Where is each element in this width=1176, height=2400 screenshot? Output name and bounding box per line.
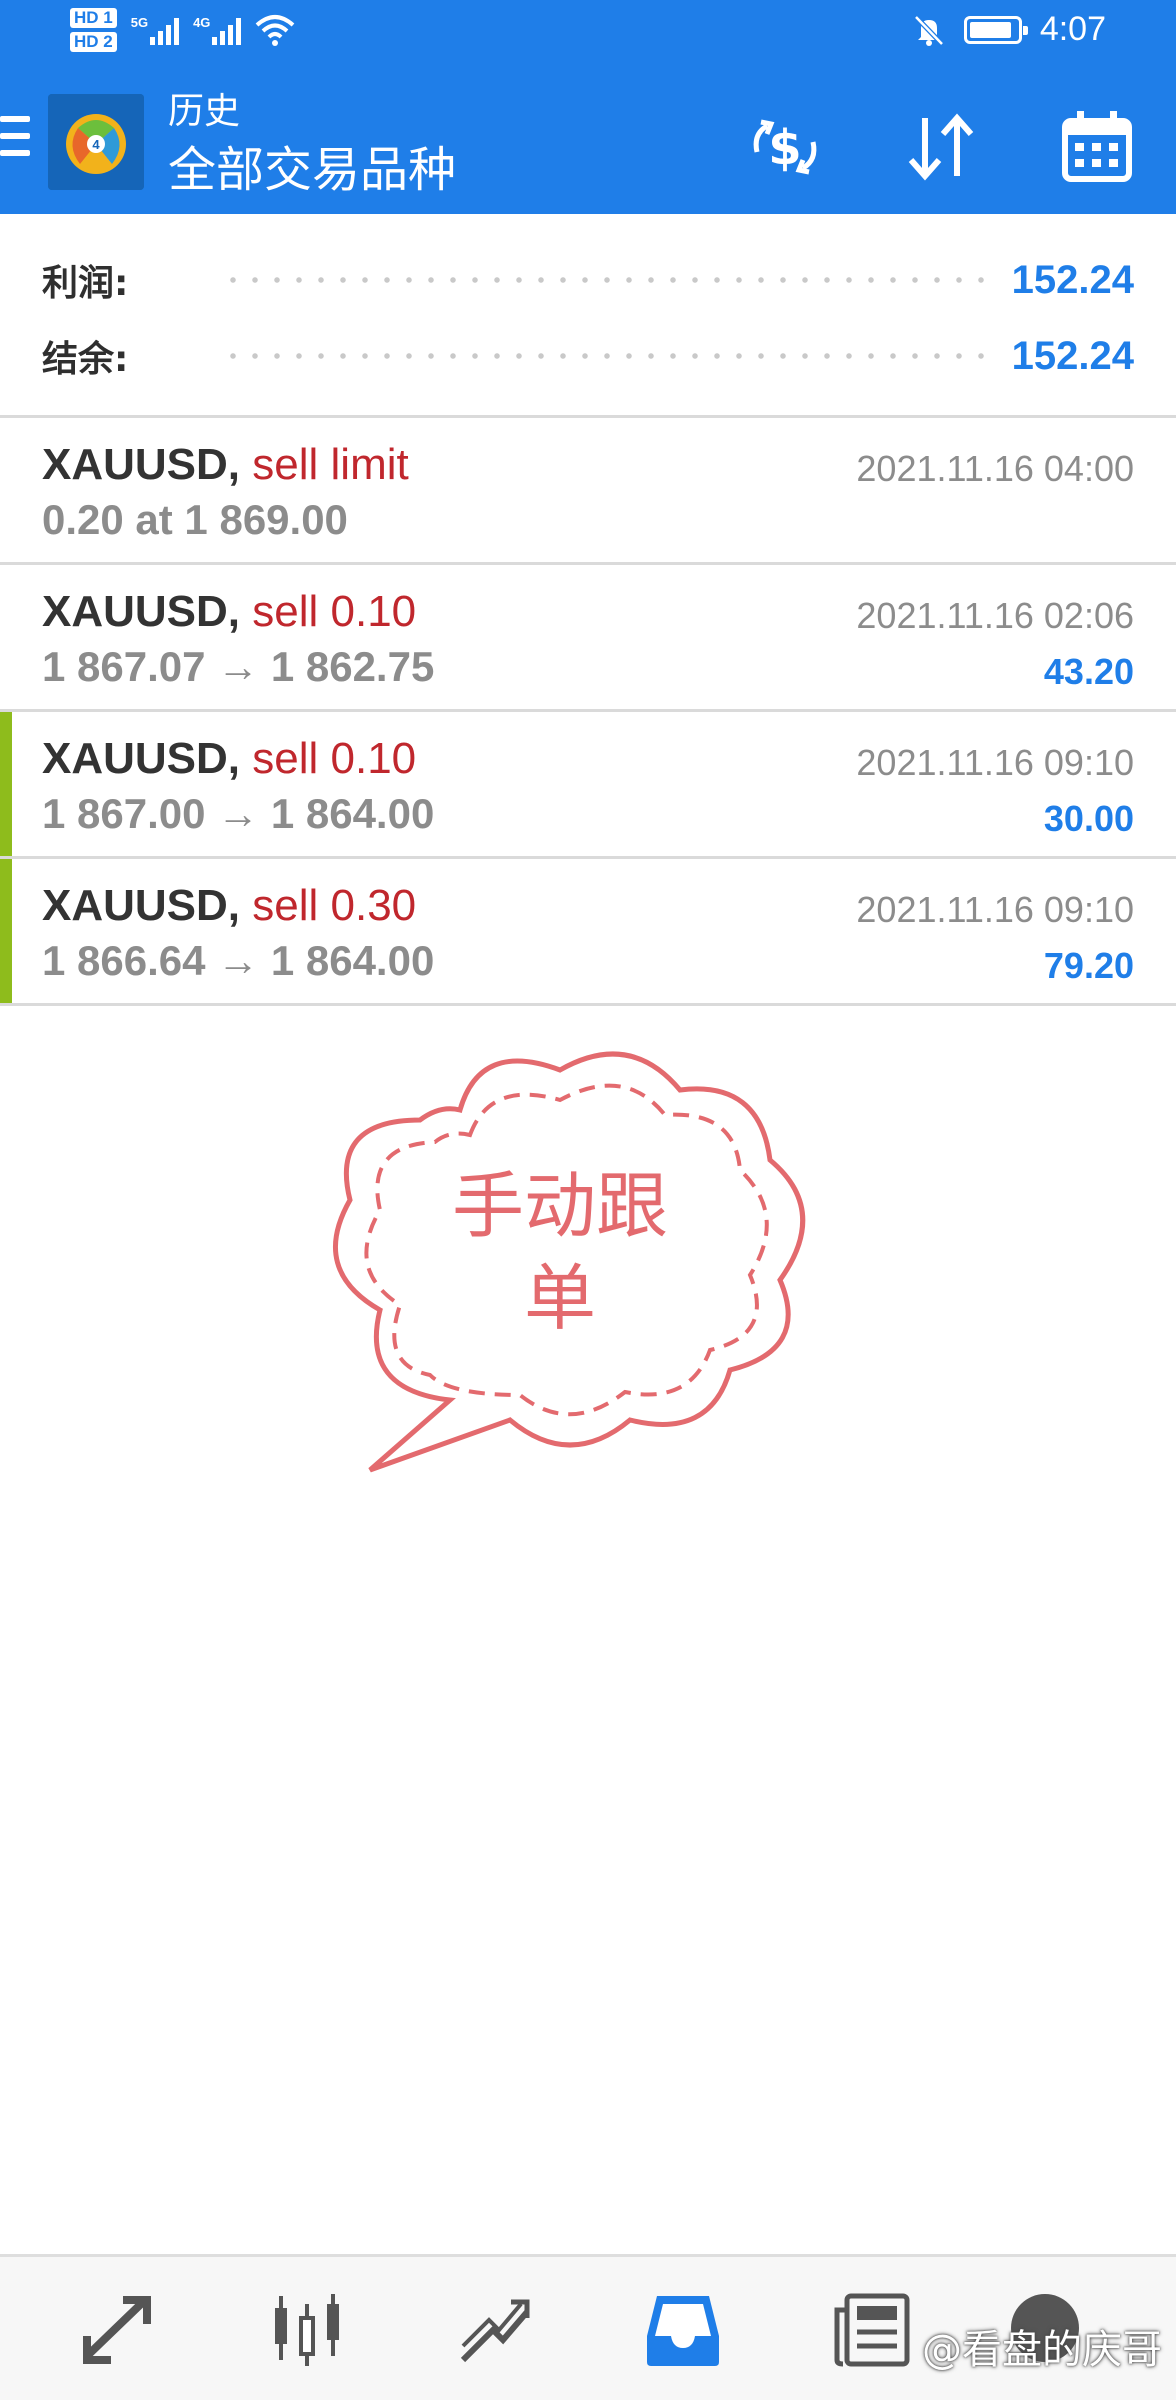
wifi-icon bbox=[256, 15, 295, 46]
trade-row[interactable]: XAUUSD, sell 0.10 1 867.00 → 1 864.00 20… bbox=[0, 712, 1176, 859]
profit-row: 利润: 152.24 bbox=[42, 250, 1134, 310]
trade-title: XAUUSD, sell 0.30 bbox=[42, 881, 416, 931]
quotes-icon bbox=[83, 2296, 151, 2364]
balance-label: 结余: bbox=[42, 339, 129, 380]
history-icon bbox=[647, 2296, 719, 2366]
signal-2: 4G bbox=[193, 15, 242, 45]
summary-panel: 利润: 152.24 结余: 152.24 bbox=[0, 214, 1176, 418]
status-bar: HD 1 HD 2 5G 4G 4:07 bbox=[0, 0, 1176, 76]
signal-bars-icon bbox=[212, 15, 242, 45]
bottom-nav: @看盘的庆哥 bbox=[0, 2254, 1176, 2400]
signal-1: 5G bbox=[130, 15, 180, 45]
title-block: 历史 全部交易品种 bbox=[168, 88, 456, 202]
signal-bars-icon bbox=[150, 15, 180, 45]
status-right: 4:07 bbox=[912, 10, 1106, 49]
trade-time: 2021.11.16 02:06 bbox=[856, 595, 1134, 636]
deposit-withdraw-button[interactable]: $ bbox=[740, 102, 830, 192]
trade-time: 2021.11.16 09:10 bbox=[856, 889, 1134, 930]
trade-detail: 0.20 at 1 869.00 bbox=[42, 496, 348, 543]
profit-label: 利润: bbox=[42, 263, 129, 304]
net-type-1: 5G bbox=[130, 15, 149, 30]
nav-history[interactable] bbox=[638, 2285, 728, 2375]
deposit-withdraw-icon: $ bbox=[753, 119, 817, 176]
battery-fill bbox=[969, 21, 1012, 38]
trade-time: 2021.11.16 04:00 bbox=[856, 448, 1134, 489]
app-logo: 4 bbox=[48, 94, 144, 190]
trade-side: sell 0.10 bbox=[252, 587, 417, 636]
trade-detail: 1 867.07 → 1 862.75 bbox=[42, 643, 435, 690]
speech-bubble-sticker: 手动跟 单 bbox=[310, 1050, 810, 1480]
profit-value: 152.24 bbox=[1011, 257, 1134, 302]
calendar-button[interactable] bbox=[1052, 102, 1142, 192]
trade-icon bbox=[460, 2299, 530, 2363]
trade-detail: 1 867.00 → 1 864.00 bbox=[42, 790, 435, 837]
trade-profit: 30.00 bbox=[1043, 798, 1134, 839]
battery-icon bbox=[963, 15, 1028, 44]
trade-side: sell 0.30 bbox=[252, 881, 417, 930]
trade-symbol: XAUUSD, bbox=[42, 440, 241, 489]
page-title[interactable]: 全部交易品种 bbox=[168, 138, 456, 202]
trade-row[interactable]: XAUUSD, sell 0.30 1 866.64 → 1 864.00 20… bbox=[0, 859, 1176, 1006]
metatrader-logo-icon: 4 bbox=[48, 94, 144, 190]
bell-muted-icon bbox=[914, 14, 944, 46]
top-bar: HD 1 HD 2 5G 4G 4:07 4 历史 全部交易品种 $ bbox=[0, 0, 1176, 214]
nav-chart[interactable] bbox=[262, 2285, 352, 2375]
clock: 4:07 bbox=[1039, 10, 1106, 48]
sticker-line2: 单 bbox=[523, 1256, 596, 1340]
trade-symbol: XAUUSD, bbox=[42, 734, 241, 783]
trade-profit: 43.20 bbox=[1043, 651, 1134, 692]
position-marker bbox=[0, 859, 12, 1003]
trade-time: 2021.11.16 09:10 bbox=[856, 742, 1134, 783]
trade-side: sell 0.10 bbox=[252, 734, 417, 783]
watermark: @看盘的庆哥 bbox=[922, 2327, 1162, 2373]
chart-icon bbox=[275, 2294, 339, 2366]
trade-title: XAUUSD, sell 0.10 bbox=[42, 734, 416, 784]
menu-icon[interactable] bbox=[0, 116, 30, 156]
trade-row[interactable]: XAUUSD, sell limit 0.20 at 1 869.00 2021… bbox=[0, 418, 1176, 565]
leader-dots bbox=[222, 353, 992, 359]
trade-detail: 1 866.64 → 1 864.00 bbox=[42, 937, 435, 984]
trade-title: XAUUSD, sell limit bbox=[42, 440, 409, 490]
sim1-badge: HD 1 bbox=[70, 8, 117, 28]
trade-title: XAUUSD, sell 0.10 bbox=[42, 587, 416, 637]
sim-indicators: HD 1 HD 2 bbox=[70, 8, 117, 52]
balance-value: 152.24 bbox=[1011, 333, 1134, 378]
svg-text:$: $ bbox=[768, 120, 801, 176]
position-marker bbox=[0, 712, 12, 856]
leader-dots bbox=[222, 277, 992, 283]
balance-row: 结余: 152.24 bbox=[42, 326, 1134, 386]
trade-side: sell limit bbox=[252, 440, 409, 489]
net-type-2: 4G bbox=[193, 15, 211, 30]
news-icon bbox=[834, 2293, 910, 2367]
sticker-text: 手动跟 单 bbox=[350, 1160, 770, 1344]
sort-button[interactable] bbox=[896, 102, 986, 192]
app-bar: 4 历史 全部交易品种 $ bbox=[0, 76, 1176, 214]
nav-trade[interactable] bbox=[450, 2285, 540, 2375]
sort-icon bbox=[908, 113, 974, 181]
nav-news[interactable] bbox=[828, 2285, 918, 2375]
trade-symbol: XAUUSD, bbox=[42, 587, 241, 636]
sim2-badge: HD 2 bbox=[70, 32, 117, 52]
trade-symbol: XAUUSD, bbox=[42, 881, 241, 930]
page-subtitle: 历史 bbox=[168, 91, 241, 132]
status-left: HD 1 HD 2 5G 4G bbox=[70, 8, 295, 52]
trade-row[interactable]: XAUUSD, sell 0.10 1 867.07 → 1 862.75 20… bbox=[0, 565, 1176, 712]
calendar-icon bbox=[1062, 111, 1132, 182]
svg-text:4: 4 bbox=[92, 137, 100, 152]
trade-profit: 79.20 bbox=[1043, 945, 1134, 986]
nav-quotes[interactable] bbox=[72, 2285, 162, 2375]
sticker-line1: 手动跟 bbox=[451, 1164, 668, 1248]
